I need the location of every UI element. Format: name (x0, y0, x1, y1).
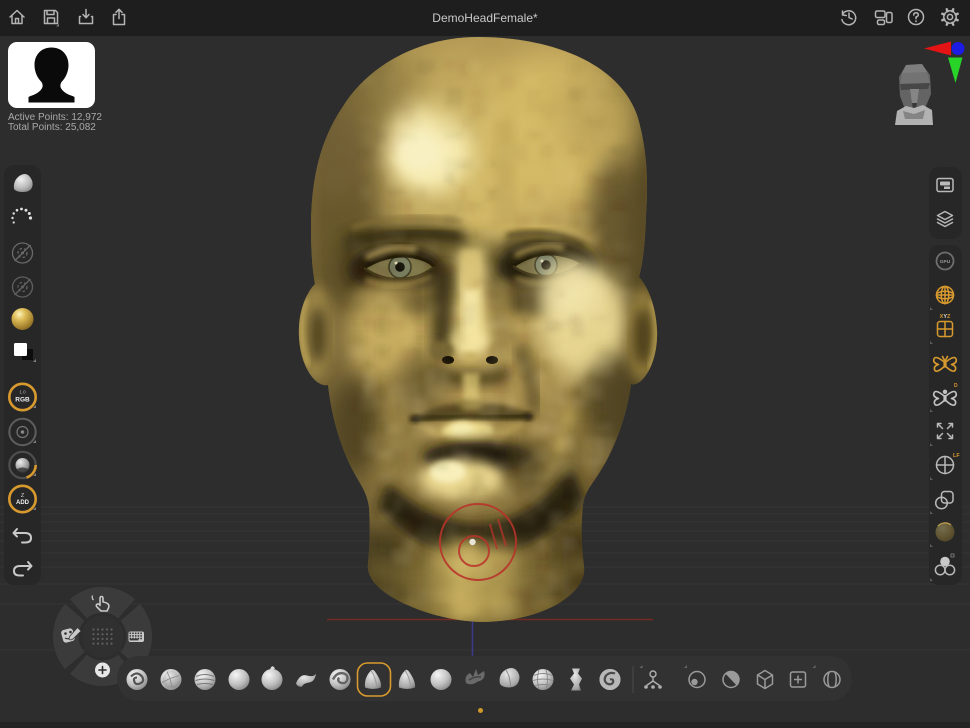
svg-text:RGB: RGB (15, 397, 30, 404)
svg-text:LF: LF (953, 453, 960, 459)
svg-text:Z: Z (21, 493, 25, 499)
svg-text:GPU: GPU (940, 259, 951, 265)
svg-text:D: D (954, 383, 958, 389)
svg-text:XYZ: XYZ (940, 314, 951, 320)
svg-text:ADD: ADD (16, 500, 30, 506)
svg-text:1.0: 1.0 (19, 390, 26, 395)
